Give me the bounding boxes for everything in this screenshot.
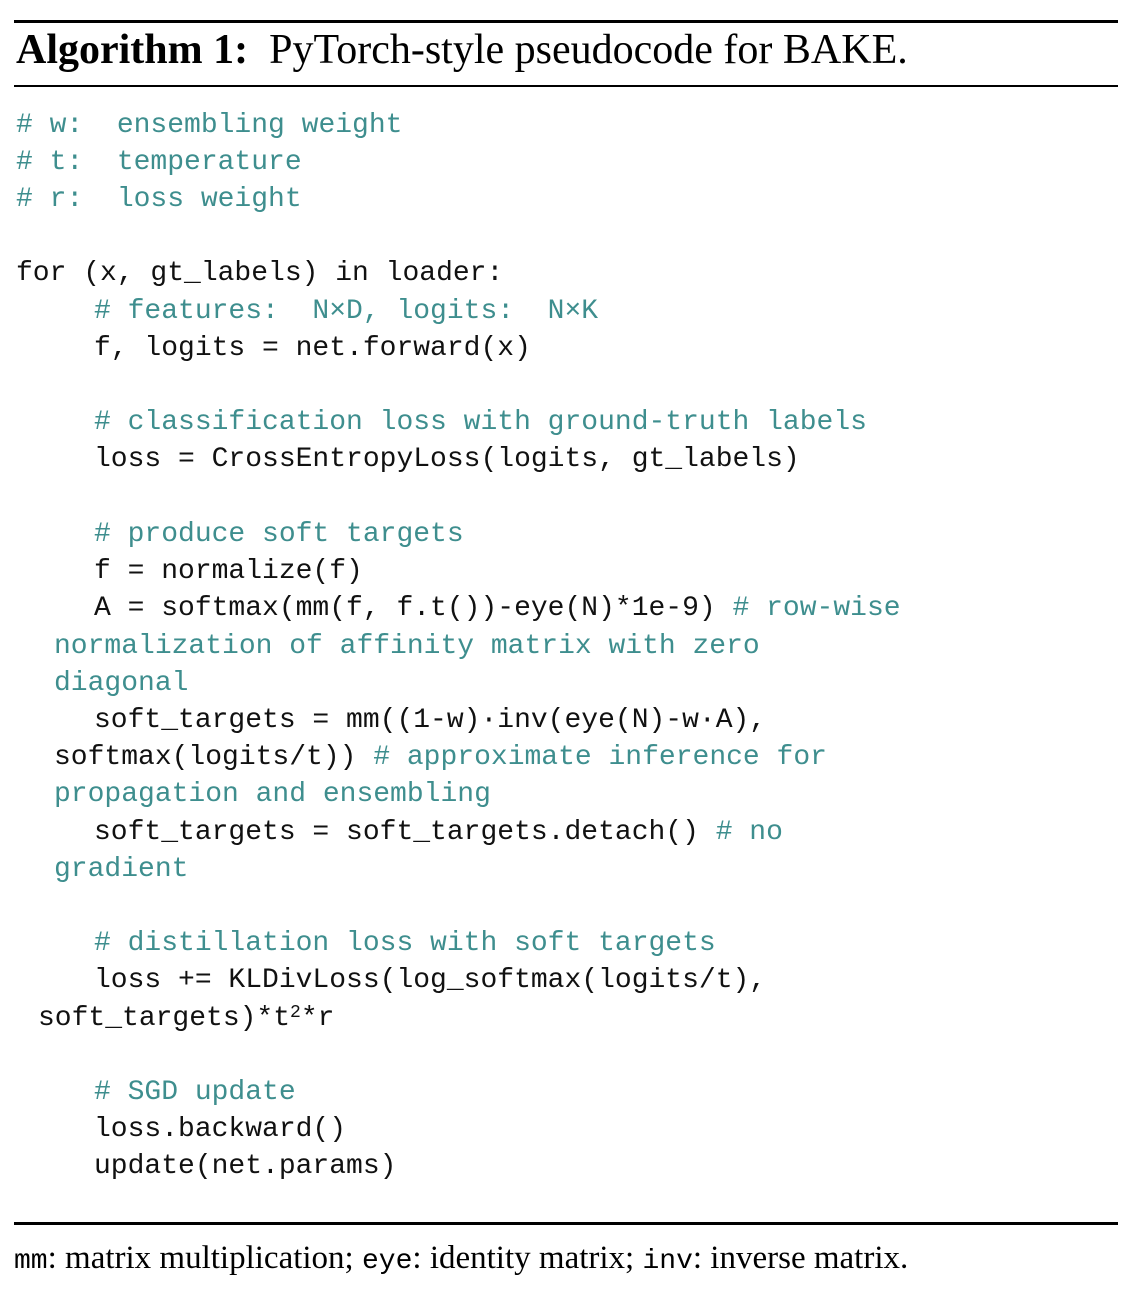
kl-loss-line-cont: soft_targets)*t2*r: [38, 1003, 334, 1035]
kl-exponent: 2: [290, 1003, 301, 1023]
forward-line: f, logits = net.forward(x): [94, 333, 531, 364]
kl-loss-line: loss += KLDivLoss(log_softmax(logits/t),: [94, 965, 767, 996]
comment-features: # features: N×D, logits: N×K: [94, 296, 599, 327]
soft-targets-code: softmax(logits/t)): [54, 742, 374, 773]
algorithm-caption: PyTorch-style pseudocode for BAKE.: [269, 27, 908, 73]
kl-args: soft_targets)*t: [38, 1003, 291, 1034]
detach-code: soft_targets = soft_targets.detach(): [94, 817, 716, 848]
normalize-line: f = normalize(f): [94, 556, 363, 587]
soft-targets-line: soft_targets = mm((1-w)·inv(eye(N)-w·A),: [94, 705, 767, 736]
ce-loss-line: loss = CrossEntropyLoss(logits, gt_label…: [94, 444, 800, 475]
update-line: update(net.params): [94, 1151, 397, 1182]
affinity-line: A = softmax(mm(f, f.t())-eye(N)*1e-9) # …: [94, 593, 901, 625]
comment-distillation: # distillation loss with soft targets: [94, 928, 716, 959]
kl-weight: *r: [300, 1003, 335, 1034]
soft-targets-comment-cont: propagation and ensembling: [54, 779, 491, 810]
footnote-inv-desc: : inverse matrix.: [692, 1240, 909, 1276]
affinity-code: A = softmax(mm(f, f.t())-eye(N)*1e-9): [94, 593, 733, 624]
footnote-inv: inv: [642, 1246, 693, 1277]
footnote-eye: eye: [361, 1246, 413, 1277]
bottom-rule: [14, 1222, 1118, 1225]
footnote-eye-desc: : identity matrix;: [412, 1240, 643, 1276]
detach-comment-cont: gradient: [54, 854, 189, 885]
affinity-comment: # row-wise: [732, 593, 901, 624]
soft-targets-line-cont: softmax(logits/t)) # approximate inferen…: [54, 742, 827, 774]
affinity-comment-cont2: diagonal: [54, 668, 189, 699]
comment-w: # w: ensembling weight: [16, 110, 403, 141]
top-rule: [14, 20, 1118, 23]
detach-comment: # no: [715, 817, 783, 848]
footnote-mm-desc: : matrix multiplication;: [47, 1240, 362, 1276]
algorithm-label: Algorithm 1:: [16, 27, 249, 73]
comment-t: # t: temperature: [16, 147, 302, 178]
title-rule: [14, 85, 1118, 87]
affinity-comment-cont: normalization of affinity matrix with ze…: [54, 631, 760, 662]
comment-soft-targets: # produce soft targets: [94, 519, 464, 550]
soft-targets-comment: # approximate inference for: [373, 742, 827, 773]
comment-classification: # classification loss with ground-truth …: [94, 407, 867, 438]
comment-r: # r: loss weight: [16, 184, 302, 215]
comment-sgd: # SGD update: [94, 1077, 296, 1108]
detach-line: soft_targets = soft_targets.detach() # n…: [94, 817, 783, 849]
backward-line: loss.backward(): [94, 1114, 347, 1145]
footnote-mm: mm: [14, 1246, 48, 1277]
for-loop-line: for (x, gt_labels) in loader:: [16, 258, 504, 289]
algorithm-title: Algorithm 1: PyTorch-style pseudocode fo…: [16, 28, 908, 72]
footnote: mm: matrix multiplication; eye: identity…: [14, 1240, 908, 1277]
